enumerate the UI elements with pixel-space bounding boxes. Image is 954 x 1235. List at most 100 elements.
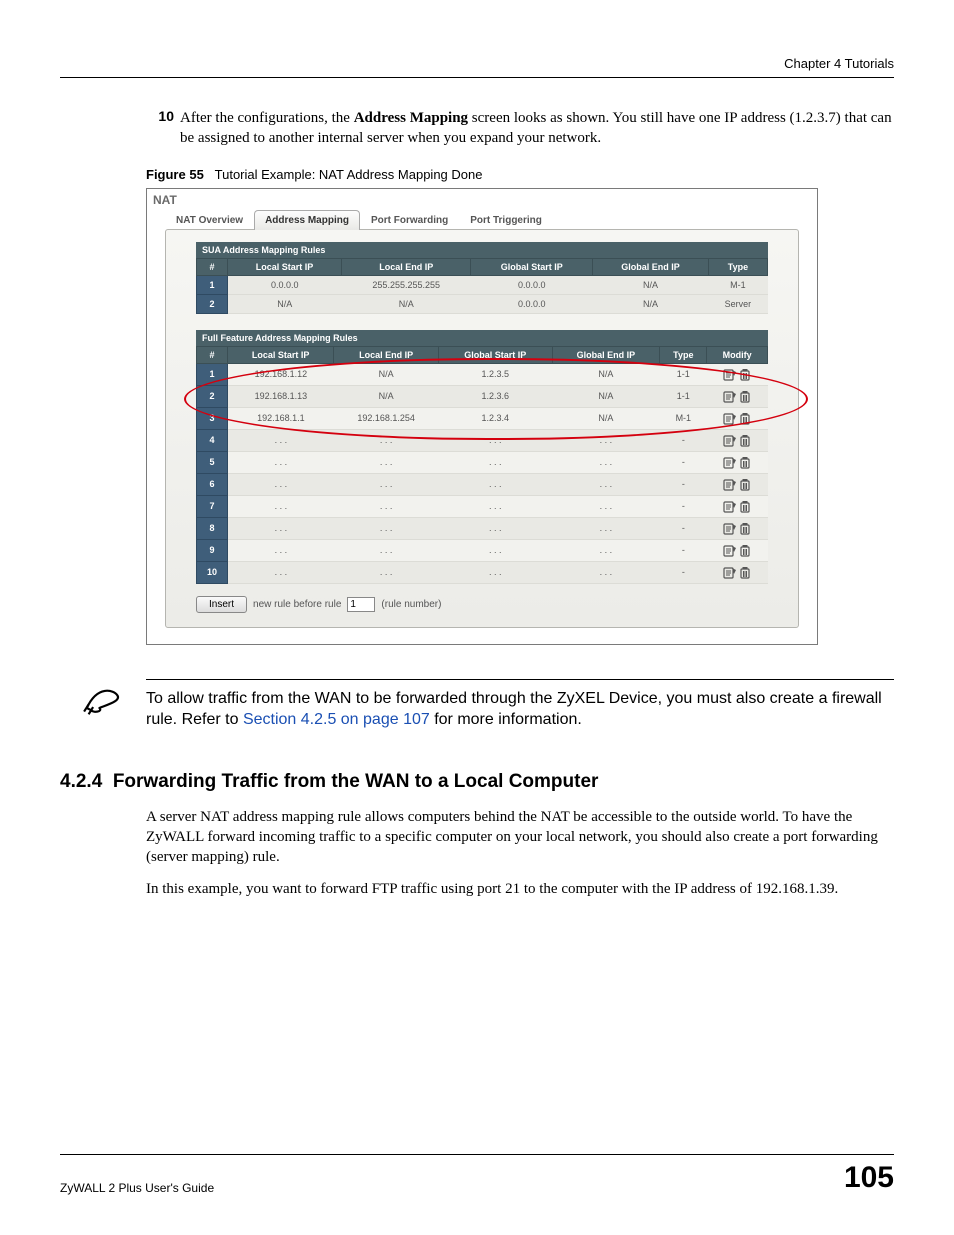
page-number: 105 (844, 1161, 894, 1195)
cell-ge: . . . (552, 451, 660, 473)
row-num: 4 (197, 429, 228, 451)
cell-ge: . . . (552, 561, 660, 583)
delete-icon[interactable] (739, 434, 751, 447)
cell-ge: . . . (552, 517, 660, 539)
table-row: 8. . .. . .. . .. . .- (197, 517, 768, 539)
edit-icon[interactable] (723, 390, 737, 403)
table-row: 6. . .. . .. . .. . .- (197, 473, 768, 495)
note-icon (60, 679, 146, 717)
cell-ls: 192.168.1.12 (228, 363, 334, 385)
delete-icon[interactable] (739, 566, 751, 579)
cell-gs: 1.2.3.5 (439, 363, 552, 385)
delete-icon[interactable] (739, 500, 751, 513)
step-10: 10 After the configurations, the Address… (146, 108, 894, 149)
cell-ls: 0.0.0.0 (228, 275, 342, 294)
cell-le: 192.168.1.254 (334, 407, 439, 429)
full-table: # Local Start IP Local End IP Global Sta… (196, 346, 768, 584)
col-gs: Global Start IP (439, 346, 552, 363)
edit-icon[interactable] (723, 434, 737, 447)
nat-panel: SUA Address Mapping Rules # Local Start … (165, 229, 799, 628)
cell-ge: N/A (593, 294, 709, 313)
nat-title: NAT (147, 189, 817, 209)
delete-icon[interactable] (739, 390, 751, 403)
col-ge: Global End IP (593, 258, 709, 275)
col-le: Local End IP (334, 346, 439, 363)
tab-address-mapping[interactable]: Address Mapping (254, 210, 360, 230)
insert-button[interactable]: Insert (196, 596, 247, 613)
step-body: After the configurations, the Address Ma… (180, 108, 894, 149)
cell-le: N/A (334, 363, 439, 385)
para-1: A server NAT address mapping rule allows… (146, 807, 894, 868)
row-num: 9 (197, 539, 228, 561)
row-num: 3 (197, 407, 228, 429)
edit-icon[interactable] (723, 544, 737, 557)
edit-icon[interactable] (723, 500, 737, 513)
delete-icon[interactable] (739, 522, 751, 535)
cell-modify (707, 539, 768, 561)
cell-type: - (660, 429, 707, 451)
tab-port-triggering[interactable]: Port Triggering (459, 210, 553, 230)
insert-before-label: new rule before rule (253, 599, 341, 610)
delete-icon[interactable] (739, 478, 751, 491)
chapter-header: Chapter 4 Tutorials (60, 56, 894, 71)
cell-modify (707, 451, 768, 473)
delete-icon[interactable] (739, 544, 751, 557)
table-row: 4. . .. . .. . .. . .- (197, 429, 768, 451)
cell-ls: . . . (228, 517, 334, 539)
cell-le: N/A (334, 385, 439, 407)
table-row: 1192.168.1.12N/A1.2.3.5N/A1-1 (197, 363, 768, 385)
row-num: 1 (197, 275, 228, 294)
figure-caption: Figure 55 Tutorial Example: NAT Address … (146, 167, 894, 182)
cell-gs: . . . (439, 451, 552, 473)
cell-type: 1-1 (660, 385, 707, 407)
insert-rule-number-input[interactable] (347, 597, 375, 612)
cell-modify (707, 561, 768, 583)
cell-type: - (660, 451, 707, 473)
cell-ls: . . . (228, 495, 334, 517)
cell-gs: . . . (439, 561, 552, 583)
delete-icon[interactable] (739, 412, 751, 425)
cell-ge: . . . (552, 473, 660, 495)
edit-icon[interactable] (723, 478, 737, 491)
insert-after-label: (rule number) (381, 599, 441, 610)
edit-icon[interactable] (723, 368, 737, 381)
edit-icon[interactable] (723, 566, 737, 579)
cell-le: . . . (334, 517, 439, 539)
col-num: # (197, 258, 228, 275)
row-num: 7 (197, 495, 228, 517)
table-row: 10.0.0.0255.255.255.2550.0.0.0N/AM-1 (197, 275, 768, 294)
note-link[interactable]: Section 4.2.5 on page 107 (243, 711, 430, 728)
tab-nat-overview[interactable]: NAT Overview (165, 210, 254, 230)
col-type: Type (660, 346, 707, 363)
insert-row: Insert new rule before rule (rule number… (196, 596, 768, 613)
cell-gs: 1.2.3.4 (439, 407, 552, 429)
cell-gs: . . . (439, 539, 552, 561)
cell-ge: N/A (552, 363, 660, 385)
table-row: 10. . .. . .. . .. . .- (197, 561, 768, 583)
cell-modify (707, 517, 768, 539)
cell-ge: . . . (552, 495, 660, 517)
cell-modify (707, 363, 768, 385)
cell-modify (707, 385, 768, 407)
col-gs: Global Start IP (471, 258, 593, 275)
delete-icon[interactable] (739, 456, 751, 469)
edit-icon[interactable] (723, 456, 737, 469)
cell-type: 1-1 (660, 363, 707, 385)
note-text: To allow traffic from the WAN to be forw… (146, 679, 894, 731)
table-row: 2N/AN/A0.0.0.0N/AServer (197, 294, 768, 313)
cell-le: 255.255.255.255 (341, 275, 471, 294)
delete-icon[interactable] (739, 368, 751, 381)
step-number: 10 (146, 108, 174, 149)
table-row: 7. . .. . .. . .. . .- (197, 495, 768, 517)
tab-port-forwarding[interactable]: Port Forwarding (360, 210, 459, 230)
step-bold: Address Mapping (354, 110, 468, 126)
edit-icon[interactable] (723, 412, 737, 425)
cell-gs: . . . (439, 495, 552, 517)
edit-icon[interactable] (723, 522, 737, 535)
col-ls: Local Start IP (228, 258, 342, 275)
row-num: 6 (197, 473, 228, 495)
row-num: 8 (197, 517, 228, 539)
figure-label: Figure 55 (146, 167, 204, 182)
cell-ge: N/A (552, 407, 660, 429)
footer: ZyWALL 2 Plus User's Guide 105 (60, 1154, 894, 1195)
